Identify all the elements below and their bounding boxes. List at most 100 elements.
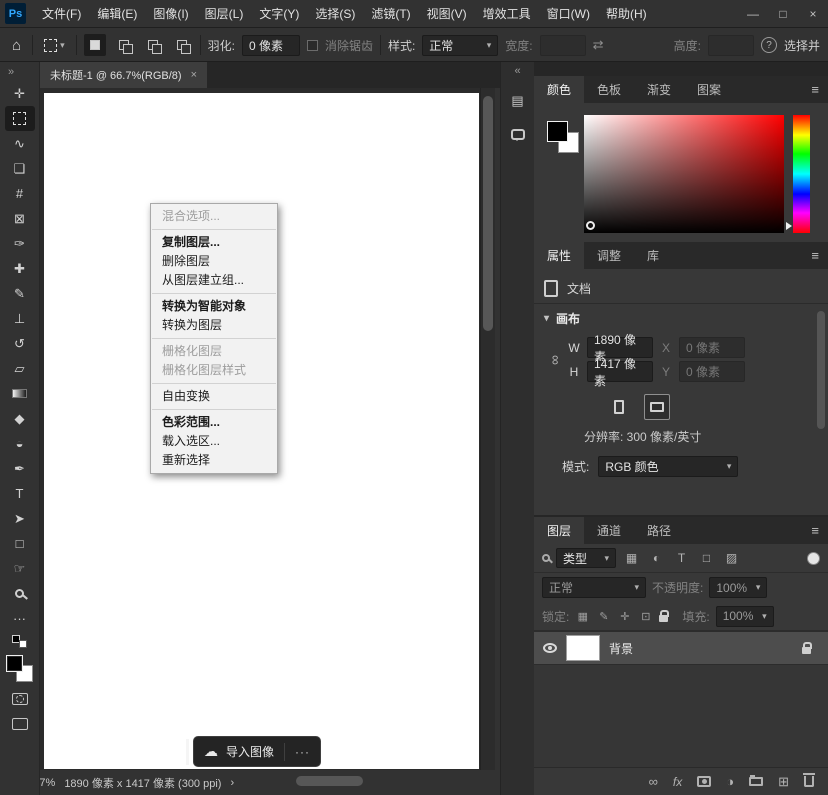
pen-tool[interactable]: ✒ — [5, 456, 35, 481]
import-image-button[interactable]: ☁ 导入图像 ··· — [193, 736, 321, 767]
fill-select[interactable]: 100% ▾ — [716, 606, 774, 627]
horizontal-scrollbar-thumb[interactable] — [296, 776, 363, 786]
status-chevron-icon[interactable]: › — [230, 777, 234, 789]
edit-toolbar-button[interactable]: ··· — [5, 606, 35, 631]
help-icon[interactable]: ? — [761, 37, 777, 53]
crop-tool[interactable]: # — [5, 181, 35, 206]
history-panel-button[interactable]: ▤ — [505, 88, 531, 114]
feather-input[interactable]: 0 像素 — [242, 35, 300, 56]
menu-help[interactable]: 帮助(H) — [598, 0, 655, 28]
object-selection-tool[interactable]: ❏ — [5, 156, 35, 181]
default-colors-icon[interactable] — [12, 635, 27, 648]
menu-item-free-transform[interactable]: 自由变换 — [151, 387, 277, 406]
width-input[interactable] — [540, 35, 586, 56]
menu-item-duplicate-layer[interactable]: 复制图层... — [151, 233, 277, 252]
filter-pixel-layers-icon[interactable]: ▦ — [622, 551, 641, 565]
minimize-button[interactable]: — — [738, 0, 768, 28]
filter-type-select[interactable]: 类型 ▾ — [556, 548, 616, 568]
layer-name[interactable]: 背景 — [609, 640, 633, 657]
intersect-selection-button[interactable] — [171, 34, 193, 56]
height-input[interactable] — [708, 35, 754, 56]
canvas-section-header[interactable]: ▾ 画布 — [544, 304, 818, 332]
dodge-tool[interactable]: ◒ — [5, 431, 35, 456]
layer-thumbnail[interactable] — [566, 635, 600, 661]
rectangular-marquee-tool[interactable] — [5, 106, 35, 131]
new-group-icon[interactable] — [749, 777, 763, 786]
layer-lock-icon[interactable] — [802, 647, 811, 654]
panel-menu-icon[interactable]: ≡ — [802, 76, 828, 103]
landscape-orientation-button[interactable] — [644, 394, 670, 420]
panel-menu-icon[interactable]: ≡ — [802, 242, 828, 269]
clone-stamp-tool[interactable]: ⊥ — [5, 306, 35, 331]
tab-color[interactable]: 颜色 — [534, 76, 584, 103]
menu-plugins[interactable]: 增效工具 — [475, 0, 539, 28]
menu-item-delete-layer[interactable]: 删除图层 — [151, 252, 277, 271]
document-tab[interactable]: 未标题-1 @ 66.7%(RGB/8) × — [40, 62, 207, 88]
constrain-proportions-icon[interactable]: ∞ — [548, 355, 564, 365]
menu-select[interactable]: 选择(S) — [307, 0, 363, 28]
tab-swatches[interactable]: 色板 — [584, 76, 634, 103]
tab-libraries[interactable]: 库 — [634, 242, 672, 269]
menu-file[interactable]: 文件(F) — [34, 0, 89, 28]
lock-all-icon[interactable] — [659, 615, 668, 622]
lock-position-icon[interactable]: ✛ — [617, 610, 632, 623]
tab-adjustments[interactable]: 调整 — [584, 242, 634, 269]
menu-item-color-range[interactable]: 色彩范围... — [151, 413, 277, 432]
menu-type[interactable]: 文字(Y) — [251, 0, 307, 28]
tab-channels[interactable]: 通道 — [584, 517, 634, 544]
move-tool[interactable]: ✛ — [5, 81, 35, 106]
lock-artboard-icon[interactable]: ⊡ — [638, 610, 653, 623]
filter-shape-layers-icon[interactable]: □ — [697, 551, 716, 565]
maximize-button[interactable]: □ — [768, 0, 798, 28]
gradient-tool[interactable] — [5, 381, 35, 406]
foreground-color-swatch[interactable] — [6, 655, 23, 672]
hue-slider[interactable] — [793, 115, 810, 233]
layer-style-icon[interactable]: fx — [673, 775, 682, 789]
swap-dimensions-icon[interactable]: ⇄ — [593, 37, 604, 53]
add-layer-mask-icon[interactable] — [697, 776, 711, 787]
saturation-brightness-field[interactable] — [584, 115, 784, 233]
foreground-color-swatch[interactable] — [547, 121, 568, 142]
panel-menu-icon[interactable]: ≡ — [802, 517, 828, 544]
close-tab-icon[interactable]: × — [191, 69, 197, 81]
vertical-scrollbar-thumb[interactable] — [483, 96, 493, 331]
color-mode-select[interactable]: RGB 颜色 ▾ — [598, 456, 738, 477]
subtract-from-selection-button[interactable] — [142, 34, 164, 56]
tab-properties[interactable]: 属性 — [534, 242, 584, 269]
style-select[interactable]: 正常▾ — [422, 35, 498, 56]
rectangle-tool[interactable]: □ — [5, 531, 35, 556]
filter-smart-objects-icon[interactable]: ▨ — [722, 551, 741, 565]
menu-item-rasterize-layer[interactable]: 栅格化图层 — [151, 342, 277, 361]
menu-item-load-selection[interactable]: 载入选区... — [151, 432, 277, 451]
delete-layer-icon[interactable] — [804, 776, 814, 787]
home-icon[interactable]: ⌂ — [8, 37, 25, 54]
zoom-tool[interactable] — [5, 581, 35, 606]
portrait-orientation-button[interactable] — [606, 394, 632, 420]
path-selection-tool[interactable]: ➤ — [5, 506, 35, 531]
type-tool[interactable]: T — [5, 481, 35, 506]
tab-gradients[interactable]: 渐变 — [634, 76, 684, 103]
menu-item-group-from-layers[interactable]: 从图层建立组... — [151, 271, 277, 290]
filter-toggle[interactable] — [807, 552, 820, 565]
toolbar-collapse-icon[interactable]: » — [0, 64, 14, 81]
expand-panels-icon[interactable]: « — [514, 65, 520, 81]
menu-item-rasterize-layer-style[interactable]: 栅格化图层样式 — [151, 361, 277, 380]
new-adjustment-layer-icon[interactable]: ◑ — [726, 774, 734, 789]
menu-image[interactable]: 图像(I) — [145, 0, 196, 28]
properties-scrollbar-thumb[interactable] — [817, 311, 825, 429]
blend-mode-select[interactable]: 正常 ▾ — [542, 577, 646, 598]
select-and-mask-button[interactable]: 选择并 — [784, 37, 820, 54]
lock-transparency-icon[interactable]: ▦ — [575, 610, 590, 623]
menu-item-reselect[interactable]: 重新选择 — [151, 451, 277, 470]
menu-item-convert-to-layers[interactable]: 转换为图层 — [151, 316, 277, 335]
menu-item-blending-options[interactable]: 混合选项... — [151, 207, 277, 226]
frame-tool[interactable]: ⊠ — [5, 206, 35, 231]
hand-tool[interactable]: ☞ — [5, 556, 35, 581]
menu-filter[interactable]: 滤镜(T) — [363, 0, 418, 28]
spot-healing-brush-tool[interactable]: ✚ — [5, 256, 35, 281]
color-cursor[interactable] — [586, 221, 595, 230]
current-tool-preset[interactable]: ▾ — [40, 37, 69, 54]
opacity-select[interactable]: 100% ▾ — [709, 577, 767, 598]
new-selection-button[interactable] — [84, 34, 106, 56]
menu-edit[interactable]: 编辑(E) — [89, 0, 145, 28]
